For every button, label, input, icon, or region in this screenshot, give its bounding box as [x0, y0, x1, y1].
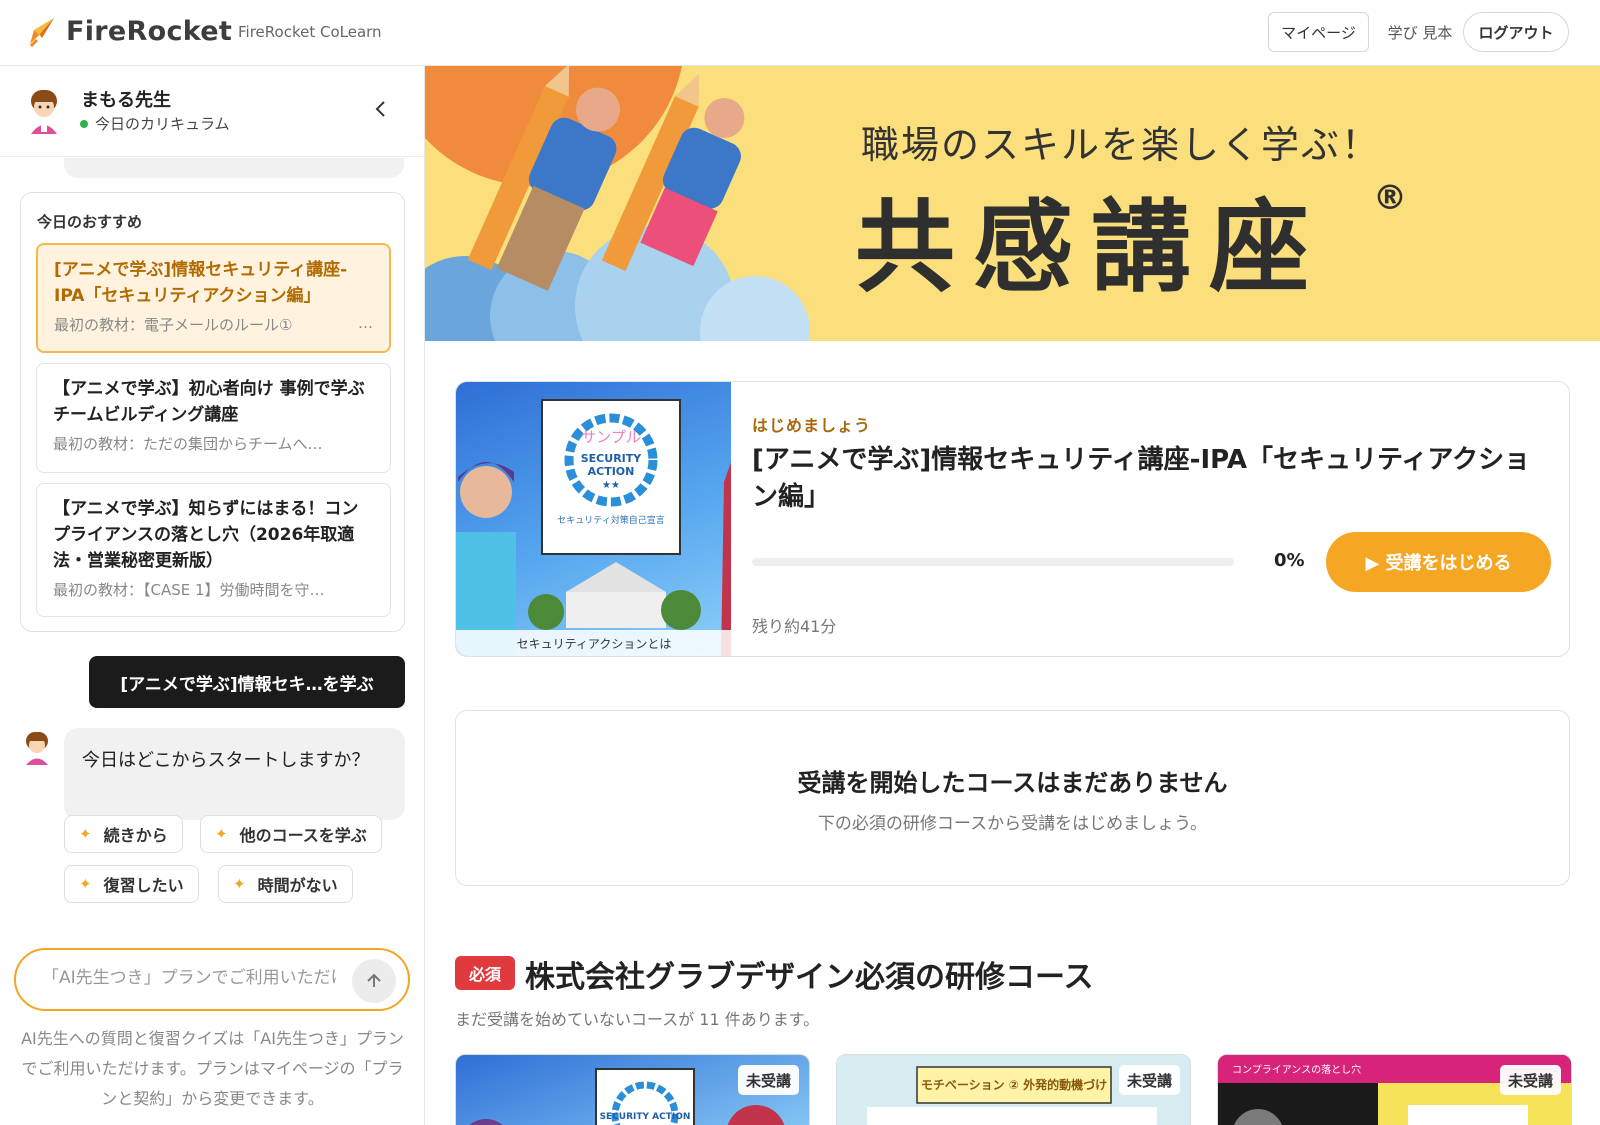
course-label: はじめましょう	[752, 416, 872, 435]
previous-message-bubble	[64, 158, 404, 178]
status-line: 今日のカリキュラム	[80, 113, 230, 134]
empty-state-subtitle: 下の必須の研修コースから受講をはじめましょう。	[817, 814, 1208, 834]
chat-input-container	[14, 948, 410, 1011]
required-badge: 必須	[455, 956, 515, 990]
recommendation-item-teambuilding[interactable]: 【アニメで学ぶ】初心者向け 事例で学ぶチームビルディング講座 最初の教材：ただの…	[36, 363, 391, 473]
sparkle-icon: ✦	[233, 875, 246, 893]
not-started-badge: 未受講	[1118, 1065, 1180, 1095]
logo[interactable]: FireRocket	[28, 14, 232, 48]
teacher-avatar-small	[22, 730, 52, 766]
registered-mark: ®	[1373, 178, 1407, 218]
main-content: 職場のスキルを楽しく学ぶ！ 共感講座 ® サンプル SECURITY ACTIO…	[425, 66, 1600, 1125]
recommendation-item-first-material: 最初の教材：ただの集団からチームへ…	[53, 435, 323, 453]
user-message-bubble: [アニメで学ぶ]情報セキ…を学ぶ	[89, 656, 405, 708]
banner-title: 共感講座	[855, 189, 1327, 306]
recommendation-item-compliance[interactable]: 【アニメで学ぶ】知らずにはまる！コンプライアンスの落とし穴（2026年取適法・営…	[36, 483, 391, 617]
logo-text: FireRocket	[66, 15, 233, 47]
chip-no-time[interactable]: ✦ 時間がない	[218, 865, 353, 903]
manabi-sample-link[interactable]: 学び 見本	[1378, 12, 1462, 52]
declaration-text: セキュリティ対策自己宣言	[557, 514, 664, 526]
thumb-text: モチベーション ② 外発的動機づけ	[921, 1077, 1107, 1092]
recommendation-card: 今日のおすすめ [アニメで学ぶ]情報セキュリティ講座-IPA「セキュリティアクシ…	[20, 192, 405, 632]
course-title: [アニメで学ぶ]情報セキュリティ講座-IPA「セキュリティアクション編」	[752, 445, 1531, 512]
sidebar-header: まもる先生 今日のカリキュラム	[0, 66, 424, 157]
recommendation-item-title: 【アニメで学ぶ】知らずにはまる！コンプライアンスの落とし穴（2026年取適法・営…	[53, 499, 359, 571]
required-course-card[interactable]: モチベーション ② 外発的動機づけ 未受講	[836, 1054, 1191, 1125]
required-course-card[interactable]: コンプライアンスの落とし穴 未受講	[1217, 1054, 1572, 1125]
collapse-sidebar-button[interactable]	[368, 96, 394, 122]
recommendation-item-title: 【アニメで学ぶ】初心者向け 事例で学ぶチームビルディング講座	[53, 379, 365, 425]
required-course-card[interactable]: SECURITY ACTION 未受講	[455, 1054, 810, 1125]
badge-line-2: ACTION	[588, 465, 635, 478]
teacher-name: まもる先生	[81, 90, 171, 111]
rocket-logo-icon	[28, 14, 58, 48]
empty-state-title: 受講を開始したコースはまだありません	[797, 769, 1228, 797]
banner-subtitle: 職場のスキルを楽しく学ぶ！	[861, 123, 1382, 167]
plan-note: AI先生への質問と復習クイズは「AI先生つき」プランでご利用いただけます。プラン…	[21, 1029, 404, 1108]
course-thumbnail: サンプル SECURITY ACTION ★★ セキュリティ対策自己宣言 セキュ…	[456, 382, 731, 656]
recommendation-item-first-material: 最初の教材：電子メールのルール① …	[54, 314, 373, 335]
sparkle-icon: ✦	[79, 875, 92, 893]
required-section-subtitle: まだ受講を始めていないコースが 11 件あります。	[455, 1010, 820, 1029]
thumb-text: SECURITY ACTION	[600, 1112, 691, 1122]
app-header: FireRocket FireRocket CoLearn マイページ 学び 見…	[0, 0, 1600, 66]
chip-label: 時間がない	[257, 876, 338, 895]
not-started-badge: 未受講	[737, 1065, 799, 1095]
chip-review[interactable]: ✦ 復習したい	[64, 865, 199, 903]
first-material-text: 最初の教材：電子メールのルール①	[54, 316, 293, 334]
recommendation-item-security[interactable]: [アニメで学ぶ]情報セキュリティ講座-IPA「セキュリティアクション編」 最初の…	[36, 243, 391, 353]
recommendation-title: 今日のおすすめ	[37, 213, 143, 231]
thumb-text: コンプライアンスの落とし穴	[1232, 1063, 1361, 1076]
thumb-caption: セキュリティアクションとは	[517, 637, 672, 651]
sample-text: サンプル	[581, 428, 641, 446]
course-progress-text: 0%	[1274, 550, 1305, 571]
current-course-card[interactable]: サンプル SECURITY ACTION ★★ セキュリティ対策自己宣言 セキュ…	[455, 381, 1570, 657]
start-course-button[interactable]: ▶ 受講をはじめる	[1326, 532, 1551, 592]
required-section-title: 株式会社グラブデザイン必須の研修コース	[525, 960, 1094, 995]
chip-label: 復習したい	[103, 876, 184, 895]
online-status-dot	[80, 119, 88, 128]
chip-other-courses[interactable]: ✦ 他のコースを学ぶ	[200, 815, 382, 853]
badge-stars: ★★	[602, 480, 620, 491]
course-progress-bar	[752, 558, 1234, 566]
not-started-badge: 未受講	[1499, 1065, 1561, 1095]
sparkle-icon: ✦	[79, 825, 92, 843]
chat-input[interactable]	[42, 968, 337, 988]
chip-label: 続きから	[103, 826, 168, 845]
send-button[interactable]	[352, 959, 396, 1003]
sparkle-icon: ✦	[215, 825, 228, 843]
badge-line-1: SECURITY	[581, 452, 643, 465]
status-text: 今日のカリキュラム	[95, 115, 230, 133]
logout-button[interactable]: ログアウト	[1463, 12, 1569, 52]
chip-label: 他のコースを学ぶ	[239, 826, 367, 845]
bot-message-bubble: 今日はどこからスタートしますか？	[64, 728, 405, 820]
ai-teacher-sidebar: まもる先生 今日のカリキュラム 今日のおすすめ [アニメで学ぶ]情報セキュリティ…	[0, 66, 425, 1125]
recommendation-item-title: [アニメで学ぶ]情報セキュリティ講座-IPA「セキュリティアクション編」	[54, 260, 348, 306]
security-action-illustration: サンプル SECURITY ACTION ★★ セキュリティ対策自己宣言 セキュ…	[456, 399, 731, 656]
mypage-button[interactable]: マイページ	[1268, 12, 1369, 52]
sub-brand: FireRocket CoLearn	[238, 23, 382, 41]
chevron-left-icon	[375, 101, 385, 117]
arrow-up-icon	[367, 973, 381, 987]
hero-banner: 職場のスキルを楽しく学ぶ！ 共感講座 ®	[425, 66, 1600, 341]
empty-state-card: 受講を開始したコースはまだありません 下の必須の研修コースから受講をはじめましょ…	[455, 710, 1570, 886]
remaining-time: 残り約41分	[752, 617, 837, 636]
chip-continue[interactable]: ✦ 続きから	[64, 815, 183, 853]
teacher-avatar	[25, 88, 63, 136]
more-icon: …	[358, 314, 373, 332]
recommendation-item-first-material: 最初の教材：【CASE 1】労働時間を守…	[53, 581, 325, 599]
